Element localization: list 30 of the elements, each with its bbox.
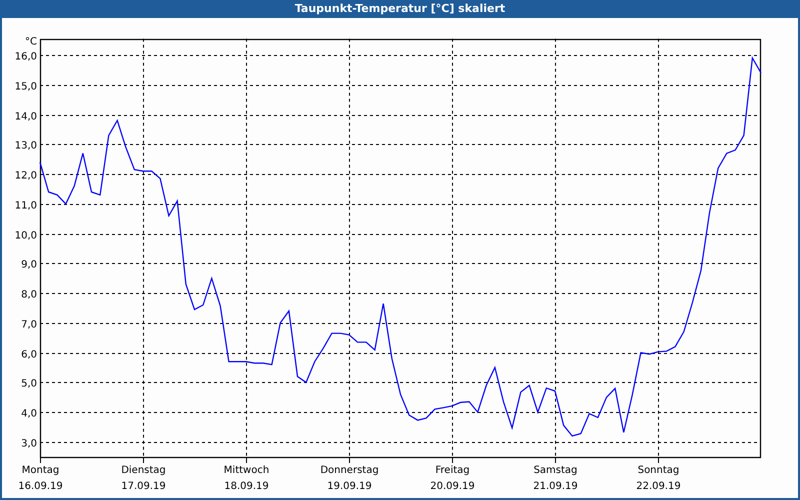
y-tick-label: 3,0	[21, 438, 37, 450]
window-title: Taupunkt-Temperatur [°C] skaliert	[294, 0, 506, 17]
day-label: Samstag	[534, 465, 578, 476]
y-tick-label: 8,0	[21, 290, 37, 300]
date-label: 22.09.19	[636, 481, 681, 492]
day-label: Mittwoch	[224, 465, 270, 476]
y-tick-label: 9,0	[21, 260, 37, 270]
y-tick-label: 16,0	[14, 52, 37, 62]
date-label: 17.09.19	[121, 481, 166, 492]
date-label: 18.09.19	[224, 481, 269, 492]
y-tick-label: 10,0	[14, 230, 37, 242]
day-label: Dienstag	[121, 465, 166, 476]
y-tick-label: 15,0	[14, 82, 37, 92]
date-label: 20.09.19	[430, 481, 475, 492]
day-label: Donnerstag	[320, 465, 379, 476]
y-tick-label: 5,0	[21, 378, 37, 390]
date-label: 19.09.19	[327, 481, 372, 492]
y-tick-label: 7,0	[21, 320, 37, 330]
y-tick-label: 13,0	[14, 140, 37, 152]
day-label: Freitag	[435, 465, 470, 476]
y-tick-label: 6,0	[21, 350, 37, 360]
y-tick-label: 11,0	[14, 200, 37, 212]
date-label: 21.09.19	[533, 481, 578, 492]
y-tick-label: 12,0	[14, 170, 37, 182]
y-tick-label: 14,0	[14, 112, 37, 122]
y-tick-label: 4,0	[21, 408, 37, 420]
day-label: Sonntag	[638, 465, 680, 476]
date-label: 16.09.19	[18, 481, 63, 492]
day-label: Montag	[22, 465, 60, 476]
y-axis-unit: °C	[25, 36, 37, 48]
